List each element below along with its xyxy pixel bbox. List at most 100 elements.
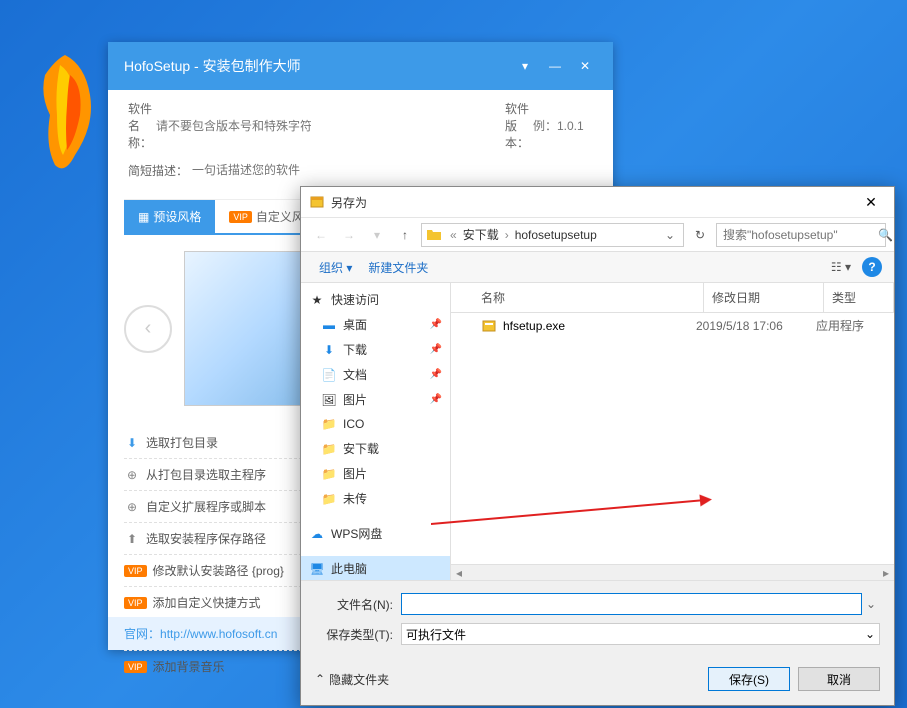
app-icon — [309, 194, 325, 210]
chevron-icon: « — [446, 228, 461, 242]
up-button[interactable]: ↑ — [393, 223, 417, 247]
new-folder-button[interactable]: 新建文件夹 — [362, 257, 434, 278]
folder-icon — [426, 227, 442, 243]
toolbar: 组织 ▾ 新建文件夹 ☷ ▾ ? — [301, 251, 894, 283]
nav-bar: ← → ▾ ↑ « 安下载 › hofosetupsetup ⌄ ↻ 🔍 — [301, 217, 894, 251]
file-row[interactable]: hfsetup.exe 2019/5/18 17:06 应用程序 — [451, 313, 894, 338]
sidebar-anxz[interactable]: 📁安下载 — [301, 436, 450, 461]
back-button[interactable]: ← — [309, 223, 333, 247]
scroll-left-icon[interactable]: ◂ — [451, 566, 467, 580]
savetype-value: 可执行文件 — [406, 626, 466, 643]
close-button[interactable]: ✕ — [856, 190, 886, 214]
breadcrumb[interactable]: « 安下载 › hofosetupsetup ⌄ — [421, 223, 684, 247]
sidebar-ico[interactable]: 📁ICO — [301, 412, 450, 436]
search-input[interactable] — [723, 228, 878, 242]
dlg-titlebar: 另存为 ✕ — [301, 187, 894, 217]
sb-label: 文档 — [343, 366, 367, 383]
forward-button[interactable]: → — [337, 223, 361, 247]
h-scrollbar[interactable]: ◂ ▸ — [451, 564, 894, 580]
sidebar-weichuan[interactable]: 📁未传 — [301, 486, 450, 511]
folder-out-icon: ⬇ — [124, 435, 140, 451]
dropdown-icon[interactable]: ▾ — [513, 54, 537, 78]
version-input[interactable] — [529, 115, 609, 137]
sidebar-this-pc[interactable]: 🖥此电脑 — [301, 556, 450, 580]
plus-icon: ⊕ — [124, 467, 140, 483]
bc-seg1[interactable]: 安下载 — [461, 226, 501, 243]
hide-folders-button[interactable]: ⌃ 隐藏文件夹 — [315, 671, 389, 688]
vip-badge: VIP — [229, 211, 252, 223]
tab-preset-label: 预设风格 — [153, 208, 201, 225]
refresh-button[interactable]: ↻ — [688, 223, 712, 247]
sb-label: 此电脑 — [331, 560, 367, 577]
opt-label: 添加自定义快捷方式 — [153, 594, 261, 611]
tab-preset[interactable]: ▦ 预设风格 — [124, 200, 215, 233]
sidebar-desktop[interactable]: ▬ 桌面 📌 — [301, 312, 450, 337]
save-icon: ⬆ — [124, 531, 140, 547]
file-name: hfsetup.exe — [503, 319, 565, 333]
save-button[interactable]: 保存(S) — [708, 667, 790, 691]
close-icon[interactable]: ✕ — [573, 54, 597, 78]
desktop-icon: ▬ — [321, 317, 337, 333]
file-list: 名称 修改日期 类型 hfsetup.exe 2019/5/18 17:06 应… — [451, 283, 894, 580]
form-row-desc: 简短描述： — [108, 151, 613, 189]
col-type[interactable]: 类型 — [824, 283, 894, 312]
recent-dropdown[interactable]: ▾ — [365, 223, 389, 247]
bc-seg2[interactable]: hofosetupsetup — [513, 228, 599, 242]
savetype-label: 保存类型(T): — [315, 626, 401, 643]
search-box[interactable]: 🔍 — [716, 223, 886, 247]
version-label: 软件版本： — [505, 100, 529, 151]
star-icon: ★ — [309, 292, 325, 308]
phoenix-logo — [15, 45, 115, 185]
name-input[interactable] — [152, 115, 315, 137]
plus-icon: ⊕ — [124, 499, 140, 515]
prev-button[interactable]: ‹ — [124, 305, 172, 353]
opt-label: 选取打包目录 — [146, 434, 218, 451]
chevron-up-icon: ⌃ — [315, 672, 325, 686]
col-name[interactable]: 名称 — [451, 283, 704, 312]
sidebar: ★快速访问 ▬桌面📌 ⬇下载📌 📄文档📌 🖼图片📌 📁ICO 📁安下载 📁图片 … — [301, 283, 451, 580]
file-list-body[interactable]: hfsetup.exe 2019/5/18 17:06 应用程序 — [451, 313, 894, 564]
vip-badge: VIP — [124, 597, 147, 609]
filename-dropdown[interactable]: ⌄ — [862, 597, 880, 611]
opt-label: 添加背景音乐 — [153, 658, 225, 675]
sidebar-wps[interactable]: ☁WPS网盘 — [301, 521, 450, 546]
breadcrumb-dropdown[interactable]: ⌄ — [661, 228, 679, 242]
file-date: 2019/5/18 17:06 — [696, 319, 816, 333]
cancel-button[interactable]: 取消 — [798, 667, 880, 691]
desc-input[interactable] — [188, 159, 593, 181]
sidebar-quick-access[interactable]: ★ 快速访问 — [301, 287, 450, 312]
scroll-right-icon[interactable]: ▸ — [878, 566, 894, 580]
sb-label: 图片 — [343, 391, 367, 408]
filename-input[interactable] — [401, 593, 862, 615]
col-date[interactable]: 修改日期 — [704, 283, 824, 312]
sb-label: 桌面 — [343, 316, 367, 333]
hide-folders-label: 隐藏文件夹 — [329, 671, 389, 688]
help-button[interactable]: ? — [862, 257, 882, 277]
main-title: HofoSetup - 安装包制作大师 — [124, 56, 507, 76]
opt-label: 从打包目录选取主程序 — [146, 466, 266, 483]
filename-label: 文件名(N): — [315, 596, 401, 613]
folder-icon: 📁 — [321, 491, 337, 507]
sb-label: 图片 — [343, 465, 367, 482]
organize-button[interactable]: 组织 ▾ — [313, 257, 358, 278]
cloud-icon: ☁ — [309, 526, 325, 542]
search-icon: 🔍 — [878, 228, 893, 242]
sidebar-documents[interactable]: 📄文档📌 — [301, 362, 450, 387]
picture-icon: 🖼 — [321, 392, 337, 408]
sidebar-pictures2[interactable]: 📁图片 — [301, 461, 450, 486]
view-button[interactable]: ☷ ▾ — [824, 257, 858, 277]
chevron-icon: › — [501, 228, 513, 242]
savetype-select[interactable]: 可执行文件 ⌄ — [401, 623, 880, 645]
sidebar-downloads[interactable]: ⬇下载📌 — [301, 337, 450, 362]
footer-label: 官网： — [124, 627, 160, 641]
preset-icon: ▦ — [138, 210, 149, 224]
chevron-down-icon: ⌄ — [865, 627, 875, 641]
desc-label: 简短描述： — [128, 162, 188, 179]
pin-icon: 📌 — [430, 344, 442, 355]
sidebar-pictures[interactable]: 🖼图片📌 — [301, 387, 450, 412]
pin-icon: 📌 — [430, 319, 442, 330]
minimize-icon[interactable]: — — [543, 54, 567, 78]
pin-icon: 📌 — [430, 369, 442, 380]
opt-label: 修改默认安装路径 {prog} — [153, 562, 284, 579]
sb-label: 快速访问 — [331, 291, 379, 308]
